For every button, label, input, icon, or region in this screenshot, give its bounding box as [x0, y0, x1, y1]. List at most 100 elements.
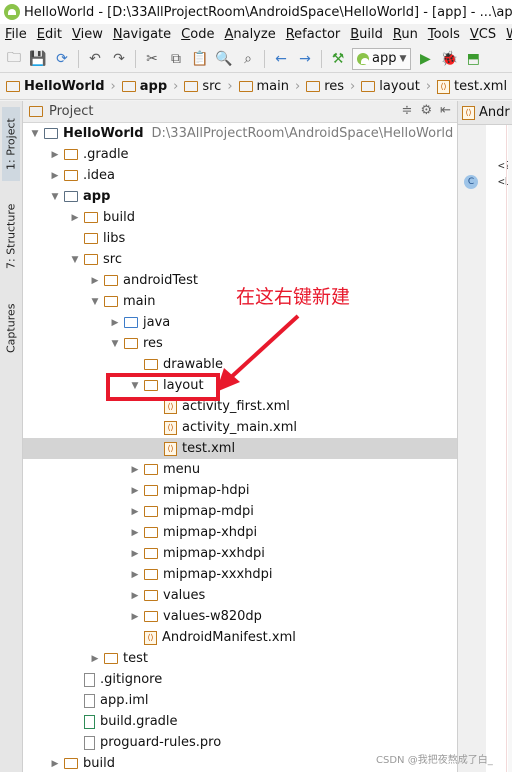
- tree-node-label: menu: [163, 462, 201, 477]
- tree-node[interactable]: ▼ src: [23, 249, 457, 270]
- left-tool-strip: 1: Project 7: Structure Captures: [0, 101, 23, 772]
- undo-icon[interactable]: ↶: [85, 49, 105, 69]
- tree-node[interactable]: ▶ test: [23, 648, 457, 669]
- expand-arrow-icon[interactable]: ▼: [109, 339, 121, 349]
- tree-node[interactable]: ▶ mipmap-xhdpi: [23, 522, 457, 543]
- toolbar-separator: [78, 49, 79, 68]
- collapse-arrow-icon[interactable]: ▶: [129, 528, 141, 538]
- tree-node-label: mipmap-xxhdpi: [163, 546, 265, 561]
- collapse-arrow-icon[interactable]: ▶: [129, 465, 141, 475]
- hide-panel-icon[interactable]: ⇤: [440, 103, 451, 118]
- collapse-arrow-icon[interactable]: ▶: [129, 507, 141, 517]
- run-icon[interactable]: ▶: [415, 49, 435, 69]
- collapse-arrow-icon[interactable]: ▶: [89, 654, 101, 664]
- menu-file[interactable]: File: [0, 27, 32, 42]
- menu-build[interactable]: Build: [345, 27, 388, 42]
- breadcrumb-item[interactable]: main: [238, 79, 295, 94]
- folder-icon: [104, 275, 118, 286]
- collapse-arrow-icon[interactable]: ▶: [129, 486, 141, 496]
- debug-icon[interactable]: 🐞: [439, 49, 459, 69]
- tab-structure[interactable]: 7: Structure: [2, 201, 20, 271]
- title-bar: HelloWorld - [D:\33AllProjectRoom\Androi…: [0, 0, 512, 24]
- tab-captures[interactable]: Captures: [2, 297, 20, 359]
- collapse-arrow-icon[interactable]: ▶: [49, 759, 61, 769]
- tree-node[interactable]: ▼ app: [23, 186, 457, 207]
- tree-node[interactable]: ▼ HelloWorld D:\33AllProjectRoom\AndroidSp…: [23, 123, 457, 144]
- menu-run[interactable]: Run: [388, 27, 423, 42]
- menu-tools[interactable]: Tools: [423, 27, 465, 42]
- gradle-file-icon: [84, 714, 95, 729]
- find-icon[interactable]: 🔍: [214, 49, 234, 69]
- tree-node-label: libs: [103, 231, 126, 246]
- tree-node[interactable]: .gitignore: [23, 669, 457, 690]
- paste-icon[interactable]: 📋: [190, 49, 210, 69]
- menu-navigate[interactable]: Navigate: [108, 27, 176, 42]
- xml-file-icon: ⟨⟩: [437, 79, 451, 94]
- menu-vcs[interactable]: VCS: [465, 27, 501, 42]
- tree-node[interactable]: ⟨⟩ test.xml: [23, 438, 457, 459]
- collapse-arrow-icon[interactable]: ▶: [89, 276, 101, 286]
- tree-node[interactable]: ▶ build: [23, 207, 457, 228]
- menu-view[interactable]: View: [67, 27, 108, 42]
- breadcrumb-item[interactable]: src: [184, 79, 227, 94]
- cut-icon[interactable]: ✂: [142, 49, 162, 69]
- tree-node-label: values-w820dp: [163, 609, 262, 624]
- tree-node[interactable]: ▶ values: [23, 585, 457, 606]
- tree-node[interactable]: ⟨⟩ AndroidManifest.xml: [23, 627, 457, 648]
- tree-node[interactable]: ▶ menu: [23, 459, 457, 480]
- tab-project[interactable]: 1: Project: [2, 107, 20, 181]
- menu-edit[interactable]: Edit: [32, 27, 67, 42]
- breadcrumb-item[interactable]: res: [306, 79, 350, 94]
- save-all-icon[interactable]: 💾: [28, 49, 48, 69]
- gear-icon[interactable]: ⚙: [420, 103, 432, 118]
- tree-node[interactable]: ▶ mipmap-hdpi: [23, 480, 457, 501]
- collapse-arrow-icon[interactable]: ▶: [129, 549, 141, 559]
- run-configuration-dropdown[interactable]: app ▼: [352, 47, 412, 70]
- back-icon[interactable]: ←: [271, 49, 291, 69]
- open-folder-icon[interactable]: 🗀: [4, 49, 24, 69]
- collapse-arrow-icon[interactable]: ▶: [49, 171, 61, 181]
- tree-node[interactable]: ▶ mipmap-xxhdpi: [23, 543, 457, 564]
- copy-icon[interactable]: ⧉: [166, 49, 186, 69]
- tree-node[interactable]: build.gradle: [23, 711, 457, 732]
- expand-arrow-icon[interactable]: ▼: [29, 129, 41, 139]
- tree-node[interactable]: app.iml: [23, 690, 457, 711]
- collapse-arrow-icon[interactable]: ▶: [109, 318, 121, 328]
- tree-node[interactable]: proguard-rules.pro: [23, 732, 457, 753]
- error-stripe[interactable]: [508, 125, 512, 772]
- collapse-arrow-icon[interactable]: ▶: [129, 591, 141, 601]
- replace-icon[interactable]: ⌕: [238, 49, 258, 69]
- collapse-arrow-icon[interactable]: ▶: [49, 150, 61, 160]
- xml-file-icon: ⟨⟩: [462, 105, 475, 120]
- collapse-all-icon[interactable]: ≑: [402, 103, 413, 118]
- tree-node[interactable]: ⟨⟩ activity_main.xml: [23, 417, 457, 438]
- tree-node[interactable]: ▶ .gradle: [23, 144, 457, 165]
- tree-node[interactable]: ▶ values-w820dp: [23, 606, 457, 627]
- tree-node[interactable]: ▶ mipmap-xxxhdpi: [23, 564, 457, 585]
- tree-node[interactable]: ▶ mipmap-mdpi: [23, 501, 457, 522]
- editor-tab[interactable]: ⟨⟩ Andr: [458, 101, 512, 125]
- collapse-arrow-icon[interactable]: ▶: [69, 213, 81, 223]
- expand-arrow-icon[interactable]: ▼: [69, 255, 81, 265]
- breadcrumb-item[interactable]: layout: [361, 79, 426, 94]
- tree-node-label: .idea: [83, 168, 115, 183]
- breadcrumb-item[interactable]: HelloWorld: [6, 79, 111, 94]
- menu-window[interactable]: Window: [501, 27, 512, 42]
- menu-code[interactable]: Code: [176, 27, 219, 42]
- tree-node[interactable]: libs: [23, 228, 457, 249]
- project-view-selector[interactable]: Project: [29, 104, 93, 119]
- collapse-arrow-icon[interactable]: ▶: [129, 570, 141, 580]
- menu-analyze[interactable]: Analyze: [219, 27, 280, 42]
- breadcrumb-item[interactable]: app: [121, 79, 173, 94]
- sync-icon[interactable]: ⟳: [52, 49, 72, 69]
- attach-debugger-icon[interactable]: ⬒: [463, 49, 483, 69]
- expand-arrow-icon[interactable]: ▼: [89, 297, 101, 307]
- make-project-icon[interactable]: ⚒: [328, 49, 348, 69]
- redo-icon[interactable]: ↷: [109, 49, 129, 69]
- forward-icon[interactable]: →: [295, 49, 315, 69]
- tree-node[interactable]: ▶ .idea: [23, 165, 457, 186]
- expand-arrow-icon[interactable]: ▼: [49, 192, 61, 202]
- breadcrumb-item[interactable]: ⟨⟩ test.xml: [437, 79, 512, 94]
- menu-refactor[interactable]: Refactor: [281, 27, 346, 42]
- collapse-arrow-icon[interactable]: ▶: [129, 612, 141, 622]
